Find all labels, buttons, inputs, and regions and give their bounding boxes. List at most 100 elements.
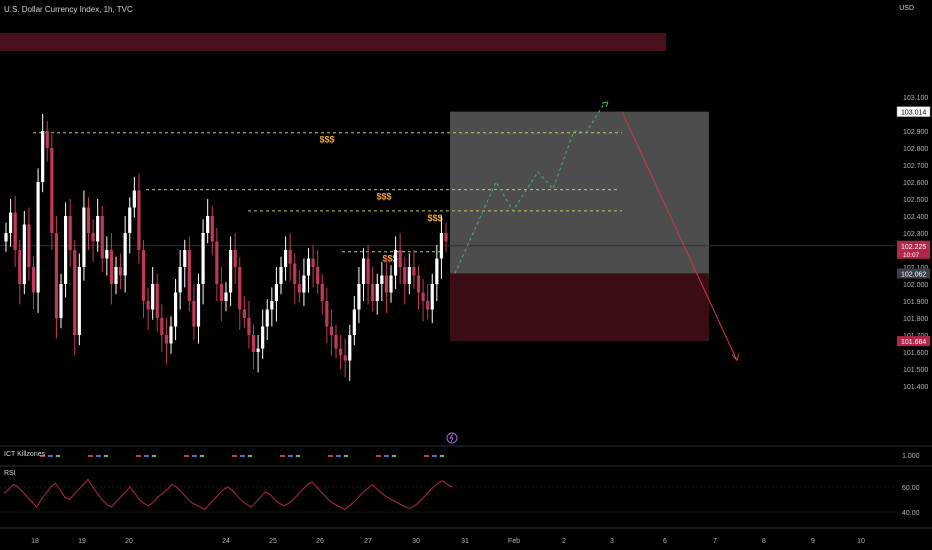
killzone-marker [192, 455, 197, 457]
candle-body [338, 348, 343, 356]
time-tick-label: 31 [461, 538, 469, 545]
currency-label: USD [899, 5, 914, 12]
candle-body [160, 318, 164, 335]
candle-body [224, 292, 228, 301]
candle-body [416, 275, 421, 293]
time-tick-label: 24 [222, 538, 230, 545]
candle-body [22, 224, 26, 284]
liquidity-level-label: $$$ [376, 192, 391, 202]
killzone-marker [248, 455, 252, 457]
candle-body [164, 335, 169, 344]
candle-body [36, 182, 40, 293]
candle-body [233, 250, 237, 267]
candle-body [297, 284, 301, 293]
killzone-marker [88, 455, 93, 457]
killzone-marker [104, 455, 108, 457]
candle-body [206, 216, 210, 233]
countdown-label: 10:07 [903, 252, 920, 259]
killzone-marker [200, 455, 204, 457]
rsi-indicator-label[interactable]: RSI [4, 470, 16, 477]
killzone-marker [184, 455, 189, 457]
last-price-label: 102.225 [901, 244, 926, 251]
candle-body [219, 284, 224, 301]
candle-body [311, 258, 315, 267]
time-tick-label: 30 [412, 538, 420, 545]
candle-body [279, 267, 283, 284]
candle-body [247, 318, 251, 335]
killzone-marker [344, 455, 348, 457]
time-tick-label: 10 [857, 538, 865, 545]
candle-body [334, 335, 338, 349]
killzone-marker [432, 455, 437, 457]
candle-body [430, 284, 434, 310]
price-tick-label: 102.900 [903, 129, 928, 136]
candle-body [352, 309, 356, 335]
candle-body [91, 233, 95, 242]
candle-body [242, 309, 246, 318]
candle-body [293, 263, 297, 284]
stop-zone [450, 273, 709, 342]
killzone-marker [232, 455, 237, 457]
price-tick-label: 102.800 [903, 146, 928, 153]
candle-body [288, 250, 292, 264]
target-zone [450, 111, 709, 274]
candle-body [435, 258, 439, 284]
candle-body [412, 267, 416, 276]
candle-body [238, 267, 242, 310]
candle-body [366, 258, 370, 284]
price-tick-label: 102.000 [903, 282, 928, 289]
candle-body [73, 250, 77, 335]
killzone-marker [392, 455, 396, 457]
price-tick-label: 103.100 [903, 95, 928, 102]
candle-body [384, 275, 389, 293]
candle-body [380, 275, 384, 284]
killzone-marker [280, 455, 285, 457]
time-tick-label: 19 [78, 538, 86, 545]
candle-body [59, 284, 63, 318]
candle-body [283, 250, 288, 267]
killzone-marker [48, 455, 53, 457]
time-tick-label: 8 [762, 538, 766, 545]
candle-body [63, 216, 68, 284]
candle-body [155, 284, 159, 318]
price-tick-label: 102.600 [903, 180, 928, 187]
candle-body [274, 284, 279, 301]
chart-title[interactable]: U.S. Dollar Currency Index, 1h, TVC [4, 5, 133, 14]
candle-body [302, 275, 306, 293]
candle-body [123, 233, 127, 276]
killzone-marker [296, 455, 300, 457]
time-tick-label: 6 [663, 538, 667, 545]
candle-body [18, 250, 22, 284]
time-tick-label: 7 [713, 538, 717, 545]
candle-body [137, 190, 141, 250]
target-price-label: 103.014 [901, 110, 926, 117]
price-tick-label: 101.600 [903, 350, 928, 357]
candle-body [105, 250, 109, 259]
time-tick-label: 26 [316, 538, 324, 545]
candle-body [141, 250, 146, 301]
rsi-tick-label: 60.00 [902, 485, 920, 492]
candle-body [270, 301, 274, 310]
candle-body [403, 267, 407, 284]
chart-area[interactable]: $$$$$$$$$$$$ 103.100102.900102.800102.70… [0, 0, 932, 550]
candle-body [183, 250, 187, 267]
killzones-indicator-label[interactable]: ICT Killzones [4, 451, 45, 458]
candle-body [320, 284, 324, 301]
candle-body [118, 267, 123, 276]
candle-body [371, 284, 375, 301]
candle-body [8, 212, 13, 233]
candle-body [343, 355, 347, 361]
candle-body [82, 207, 86, 267]
price-tick-label: 102.400 [903, 214, 928, 221]
killzone-marker [136, 455, 141, 457]
candle-body [31, 267, 36, 293]
candle-body [215, 241, 219, 284]
killzone-marker [440, 455, 444, 457]
killzones-value-label: 1.000 [902, 453, 920, 460]
candle-body [316, 267, 320, 284]
candle-body [77, 267, 81, 335]
killzone-marker [152, 455, 156, 457]
candle-body [68, 216, 72, 250]
candle-body [201, 233, 205, 284]
candle-body [421, 292, 425, 301]
